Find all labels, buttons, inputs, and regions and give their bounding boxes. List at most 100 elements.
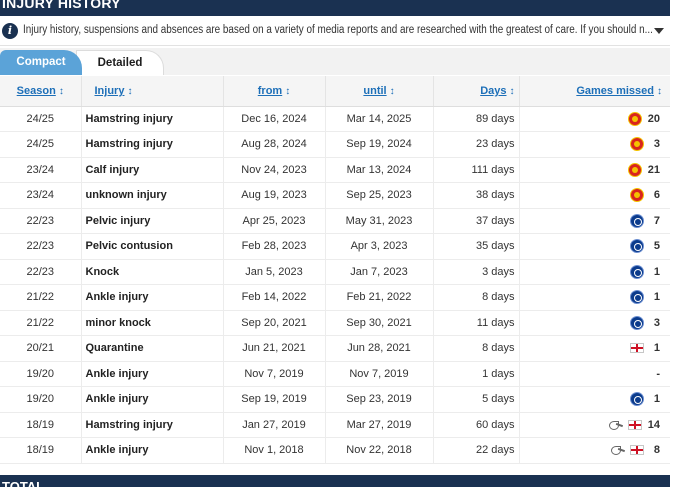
until-date-cell: Apr 3, 2023 <box>325 233 434 260</box>
until-date-cell: Mar 13, 2024 <box>325 157 434 183</box>
until-date-cell: Mar 27, 2019 <box>325 412 434 438</box>
from-date-cell: Apr 25, 2023 <box>223 208 326 234</box>
season-cell: 21/22 <box>0 284 82 311</box>
games-missed-cell: 20 <box>519 106 670 132</box>
column-header-season[interactable]: Season ↕ <box>0 76 82 107</box>
column-header-until[interactable]: until ↕ <box>325 76 434 107</box>
until-date-cell: Mar 14, 2025 <box>325 106 434 132</box>
sort-icon: ↕ <box>285 85 291 97</box>
games-missed-value: 5 <box>653 240 660 253</box>
season-cell: 19/20 <box>0 386 82 413</box>
games-missed-cell: 3 <box>519 310 670 336</box>
games-missed-value: 14 <box>647 418 660 431</box>
column-header-games-missed[interactable]: Games missed ↕ <box>519 76 670 107</box>
games-missed-cell: 1 <box>519 259 670 285</box>
season-cell: 21/22 <box>0 310 82 336</box>
england-flag-icon[interactable] <box>627 419 642 430</box>
days-cell: 38 days <box>433 182 520 209</box>
derby-county-crest-icon[interactable] <box>608 420 624 430</box>
games-missed-cell: 6 <box>519 182 670 209</box>
manchester-united-crest-icon[interactable] <box>630 188 644 203</box>
season-cell: 24/25 <box>0 131 82 158</box>
chelsea-crest-icon[interactable] <box>630 213 644 228</box>
total-header: TOTAL <box>0 475 670 487</box>
season-cell: 19/20 <box>0 361 82 387</box>
from-date-cell: Sep 19, 2019 <box>223 386 326 413</box>
chelsea-crest-icon[interactable] <box>630 290 644 305</box>
days-cell: 23 days <box>433 131 520 158</box>
from-date-cell: Dec 16, 2024 <box>223 106 326 132</box>
until-date-cell: Feb 21, 2022 <box>325 284 434 311</box>
page-edge <box>670 0 676 487</box>
chevron-down-icon[interactable] <box>654 28 664 34</box>
column-label-until: until <box>363 84 387 97</box>
injury-table: Season ↕ Injury ↕ from ↕ until ↕ Days ↕ Games… <box>0 76 670 464</box>
info-bar[interactable]: i Injury history, suspensions and absenc… <box>0 18 670 46</box>
days-cell: 11 days <box>433 310 520 336</box>
games-missed-cell: 21 <box>519 157 670 183</box>
season-cell: 22/23 <box>0 259 82 285</box>
england-flag-icon[interactable] <box>630 445 644 456</box>
column-header-days[interactable]: Days ↕ <box>433 76 520 107</box>
column-header-from[interactable]: from ↕ <box>223 76 326 107</box>
season-cell: 24/25 <box>0 106 82 132</box>
games-missed-value: 1 <box>653 342 660 355</box>
until-date-cell: Sep 19, 2024 <box>325 131 434 158</box>
total-title: TOTAL <box>2 479 45 487</box>
injury-cell: Hamstring injury <box>81 131 224 158</box>
season-cell: 18/19 <box>0 437 82 464</box>
manchester-united-crest-icon[interactable] <box>627 111 642 126</box>
until-date-cell: Jun 28, 2021 <box>325 335 434 362</box>
injury-cell: Pelvic injury <box>81 208 224 234</box>
games-missed-value: 3 <box>653 316 660 329</box>
games-missed-cell: 8 <box>519 437 670 464</box>
england-flag-icon[interactable] <box>630 343 644 354</box>
until-date-cell: Jan 7, 2023 <box>325 259 434 285</box>
table-row: 18/19 Ankle injury Nov 1, 2018 Nov 22, 2018… <box>0 437 670 464</box>
until-date-cell: May 31, 2023 <box>325 208 434 234</box>
from-date-cell: Nov 1, 2018 <box>223 437 326 464</box>
season-cell: 23/24 <box>0 157 82 183</box>
days-cell: 8 days <box>433 284 520 311</box>
games-missed-value: 6 <box>653 189 660 202</box>
injury-cell: Ankle injury <box>81 386 224 413</box>
from-date-cell: Feb 14, 2022 <box>223 284 326 311</box>
season-cell: 22/23 <box>0 208 82 234</box>
tab-compact[interactable]: Compact <box>0 50 82 75</box>
column-label-days: Days <box>480 84 507 97</box>
injury-cell: Ankle injury <box>81 361 224 387</box>
derby-county-crest-icon[interactable] <box>610 445 626 456</box>
table-row: 21/22 minor knock Sep 20, 2021 Sep 30, 2021… <box>0 310 670 336</box>
injury-cell: unknown injury <box>81 182 224 209</box>
table-row: 21/22 Ankle injury Feb 14, 2022 Feb 21, 202… <box>0 284 670 311</box>
table-row: 22/23 Pelvic injury Apr 25, 2023 May 31, 20… <box>0 208 670 234</box>
days-cell: 3 days <box>433 259 520 285</box>
games-missed-value: - <box>656 367 660 380</box>
sort-icon: ↕ <box>657 85 662 97</box>
manchester-united-crest-icon[interactable] <box>630 137 644 152</box>
table-row: 24/25 Hamstring injury Dec 16, 2024 Mar 14,… <box>0 106 670 132</box>
games-missed-value: 1 <box>653 393 660 406</box>
days-cell: 111 days <box>433 157 520 183</box>
chelsea-crest-icon[interactable] <box>630 315 644 330</box>
chelsea-crest-icon[interactable] <box>630 264 644 279</box>
column-header-injury[interactable]: Injury ↕ <box>81 76 224 107</box>
until-date-cell: Sep 25, 2023 <box>325 182 434 209</box>
manchester-united-crest-icon[interactable] <box>627 162 642 177</box>
table-row: 20/21 Quarantine Jun 21, 2021 Jun 28, 2021 8… <box>0 335 670 362</box>
season-cell: 23/24 <box>0 182 82 209</box>
column-label-injury: Injury <box>94 84 125 97</box>
table-row: 19/20 Ankle injury Sep 19, 2019 Sep 23, 201… <box>0 386 670 413</box>
from-date-cell: Feb 28, 2023 <box>223 233 326 260</box>
injury-cell: minor knock <box>81 310 224 336</box>
days-cell: 1 days <box>433 361 520 387</box>
sort-icon: ↕ <box>509 85 515 97</box>
table-row: 18/19 Hamstring injury Jan 27, 2019 Mar 27,… <box>0 412 670 438</box>
from-date-cell: Jun 21, 2021 <box>223 335 326 362</box>
chelsea-crest-icon[interactable] <box>630 392 644 407</box>
games-missed-cell: 1 <box>519 284 670 311</box>
games-missed-cell: 1 <box>519 335 670 362</box>
tab-detailed[interactable]: Detailed <box>76 50 164 75</box>
chelsea-crest-icon[interactable] <box>630 239 644 254</box>
info-text: Injury history, suspensions and absences… <box>23 24 653 36</box>
